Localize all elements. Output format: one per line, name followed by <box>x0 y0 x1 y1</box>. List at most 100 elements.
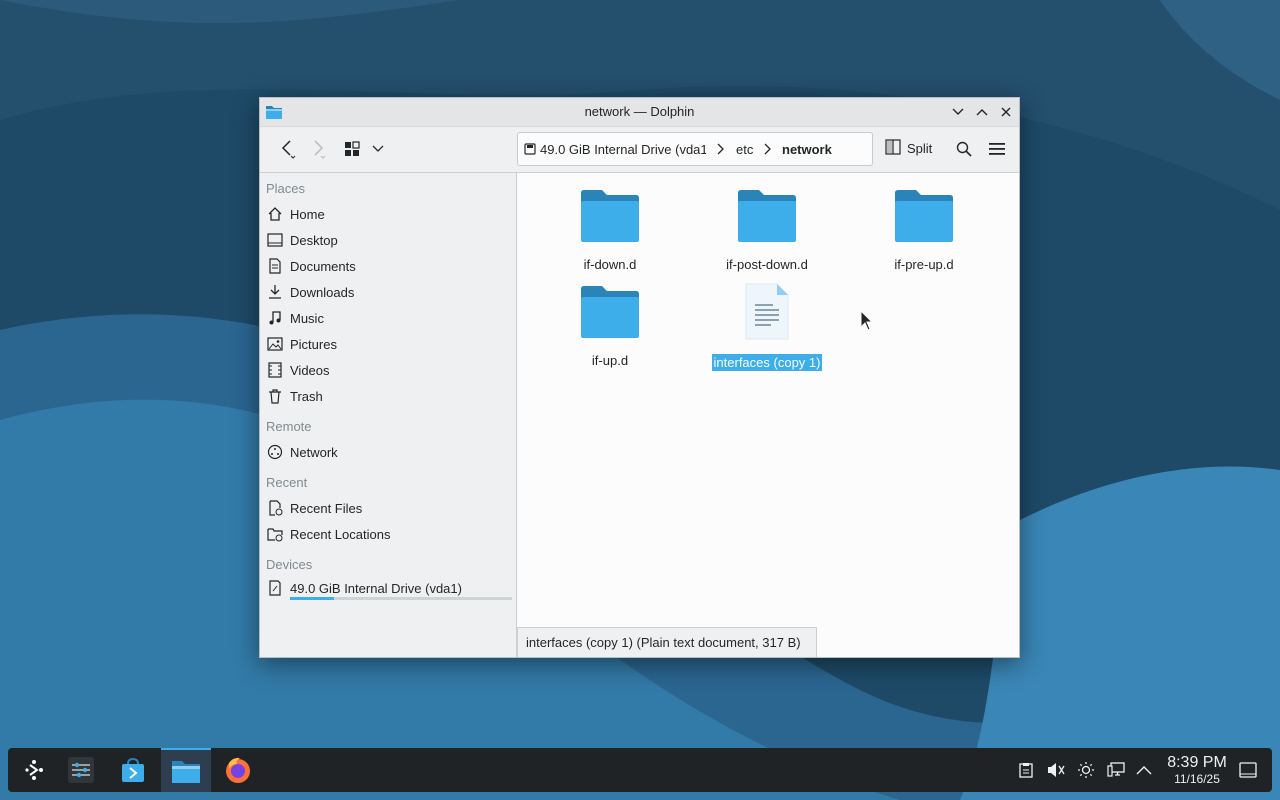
recent-files-icon <box>266 499 284 517</box>
status-bar: interfaces (copy 1) (Plain text document… <box>517 627 817 657</box>
network-icon <box>266 443 284 461</box>
breadcrumb-etc[interactable]: etc <box>736 142 753 157</box>
back-button[interactable] <box>274 135 302 163</box>
digital-clock[interactable]: 8:39 PM 11/16/25 <box>1160 754 1234 786</box>
hamburger-menu-button[interactable] <box>983 135 1011 163</box>
title-bar[interactable]: network — Dolphin <box>260 98 1019 127</box>
view-mode-dropdown-button[interactable] <box>366 135 390 163</box>
remote-header: Remote <box>266 419 312 434</box>
clipboard-icon <box>1019 763 1033 778</box>
sidebar-item-label: Desktop <box>290 232 338 248</box>
split-button-label: Split <box>907 140 933 156</box>
breadcrumb-drive[interactable]: 49.0 GiB Internal Drive (vda1) <box>540 142 706 157</box>
close-button[interactable] <box>997 103 1015 121</box>
sidebar-item-label: Music <box>290 310 324 326</box>
sidebar-item-home[interactable]: Home <box>266 202 512 226</box>
forward-button[interactable] <box>304 135 332 163</box>
devices-header: Devices <box>266 557 313 572</box>
sidebar-item-trash[interactable]: Trash <box>266 384 512 408</box>
mouse-cursor-icon <box>860 309 874 337</box>
text-file-icon <box>745 283 789 340</box>
desktop-icon <box>266 231 284 249</box>
sidebar-item-pictures[interactable]: Pictures <box>266 332 512 356</box>
volume-muted-icon <box>1048 763 1065 777</box>
file-item-if-up-d[interactable]: if-up.d <box>535 285 685 370</box>
home-icon <box>266 205 284 223</box>
system-settings-icon <box>68 757 94 783</box>
places-panel: Places Home Desktop Documents Downloads … <box>260 173 517 657</box>
file-name-label: interfaces (copy 1) <box>711 354 823 371</box>
volume-tray-button[interactable] <box>1046 760 1066 780</box>
sidebar-item-documents[interactable]: Documents <box>266 254 512 278</box>
sidebar-item-label: Recent Files <box>290 500 363 516</box>
sidebar-item-downloads[interactable]: Downloads <box>266 280 512 304</box>
drive-usage-bar <box>290 597 512 600</box>
search-button[interactable] <box>950 135 978 163</box>
minimize-button[interactable] <box>949 103 967 121</box>
file-name-label: if-up.d <box>591 353 629 368</box>
dolphin-taskbar-button[interactable] <box>161 748 211 792</box>
drive-icon <box>266 579 284 597</box>
recent-locations-icon <box>266 525 284 543</box>
videos-icon <box>266 361 284 379</box>
sidebar-item-recent-locations[interactable]: Recent Locations <box>266 522 512 546</box>
file-item-if-down-d[interactable]: if-down.d <box>535 189 685 274</box>
file-name-label: if-post-down.d <box>726 257 808 272</box>
folder-icon <box>581 286 639 338</box>
sidebar-item-label: Network <box>290 444 338 460</box>
sidebar-item-music[interactable]: Music <box>266 306 512 330</box>
firefox-button[interactable] <box>213 748 263 792</box>
file-view[interactable]: if-down.d if-post-down.d if-pre-up.d if-… <box>517 173 1019 657</box>
network-status-icon <box>1107 762 1125 777</box>
clipboard-tray-button[interactable] <box>1016 760 1036 780</box>
discover-button[interactable] <box>108 748 158 792</box>
show-desktop-icon <box>1239 762 1257 778</box>
sidebar-item-recent-files[interactable]: Recent Files <box>266 496 512 520</box>
window-title: network — Dolphin <box>584 104 695 119</box>
folder-icon <box>895 190 953 242</box>
folder-icon <box>581 190 639 242</box>
network-tray-button[interactable] <box>1106 760 1126 780</box>
sidebar-item-label: Pictures <box>290 336 337 352</box>
file-item-if-post-down-d[interactable]: if-post-down.d <box>692 189 842 274</box>
documents-icon <box>266 257 284 275</box>
maximize-button[interactable] <box>973 103 991 121</box>
show-desktop-button[interactable] <box>1238 760 1258 780</box>
drive-icon <box>524 143 536 158</box>
trash-icon <box>266 387 284 405</box>
chevron-right-icon <box>716 143 724 158</box>
sidebar-item-label: Recent Locations <box>290 526 391 542</box>
brightness-tray-button[interactable] <box>1076 760 1096 780</box>
sidebar-item-label: Videos <box>290 362 330 378</box>
tray-expand-button[interactable] <box>1134 760 1154 780</box>
breadcrumb-network[interactable]: network <box>782 142 832 157</box>
music-icon <box>266 309 284 327</box>
sidebar-item-label: 49.0 GiB Internal Drive (vda1) <box>290 580 462 596</box>
file-item-interfaces-copy-1[interactable]: interfaces (copy 1) <box>692 283 842 372</box>
discover-icon <box>122 757 144 782</box>
sidebar-item-network[interactable]: Network <box>266 440 512 464</box>
application-launcher-icon <box>25 760 43 780</box>
split-button[interactable]: Split <box>885 134 932 162</box>
file-name-label: if-pre-up.d <box>894 257 954 272</box>
split-view-icon <box>885 138 901 158</box>
clock-time: 8:39 PM <box>1167 754 1227 771</box>
system-settings-button[interactable] <box>56 748 106 792</box>
recent-header: Recent <box>266 475 308 490</box>
folder-icon <box>738 190 796 242</box>
sidebar-item-desktop[interactable]: Desktop <box>266 228 512 252</box>
file-name-label: if-down.d <box>583 257 637 272</box>
places-header: Places <box>266 181 306 196</box>
sidebar-item-label: Documents <box>290 258 356 274</box>
dolphin-window: network — Dolphin 49.0 GiB Internal Driv… <box>259 97 1020 658</box>
view-mode-button[interactable] <box>340 135 364 163</box>
location-bar[interactable]: 49.0 GiB Internal Drive (vda1) etc netwo… <box>517 132 873 166</box>
application-launcher-button[interactable] <box>9 748 59 792</box>
sidebar-item-label: Home <box>290 206 325 222</box>
sidebar-item-label: Trash <box>290 388 323 404</box>
sidebar-item-label: Downloads <box>290 284 355 300</box>
brightness-icon <box>1078 762 1094 778</box>
sidebar-item-videos[interactable]: Videos <box>266 358 512 382</box>
file-item-if-pre-up-d[interactable]: if-pre-up.d <box>849 189 999 274</box>
pictures-icon <box>266 335 284 353</box>
